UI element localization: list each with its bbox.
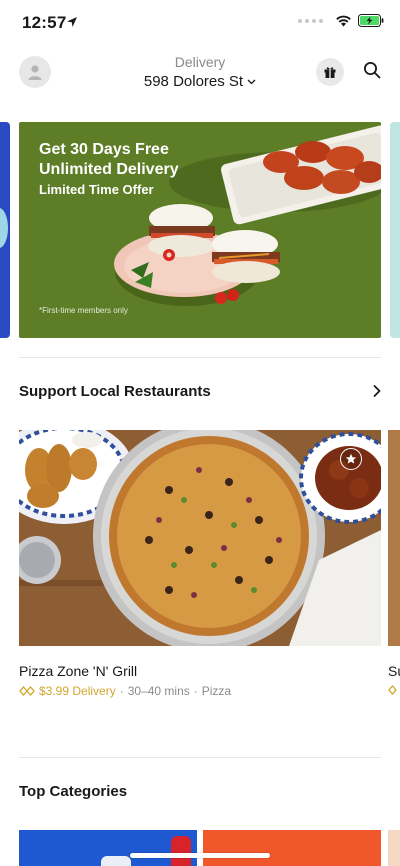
category-card[interactable] (19, 830, 197, 866)
section-title-local: Support Local Restaurants (19, 383, 211, 400)
gift-button[interactable] (316, 58, 344, 86)
promo-card-previous[interactable] (0, 122, 10, 338)
promo-footnote: *First-time members only (39, 306, 128, 315)
gift-icon (324, 67, 336, 78)
section-divider (19, 357, 381, 358)
promo-subtitle: Limited Time Offer (39, 182, 154, 197)
delivery-fee: $3.99 Delivery (39, 684, 116, 698)
status-time: 12:57 (22, 13, 67, 32)
category-card-peek[interactable] (388, 830, 400, 866)
battery-charging-icon (358, 14, 384, 27)
favorite-badge[interactable] (340, 448, 362, 470)
next-store-name[interactable]: Su (388, 663, 400, 679)
signal-dots-icon (298, 18, 323, 23)
next-store-card-image[interactable] (388, 430, 400, 646)
delivery-eta: 30–40 mins (127, 684, 190, 698)
store-food-image (19, 430, 381, 646)
chevron-down-icon (247, 79, 256, 85)
store-cuisine: Pizza (201, 684, 232, 698)
promo-title: Get 30 Days Free Unlimited Delivery (39, 141, 179, 178)
store-card-image[interactable] (19, 430, 381, 646)
address-text: 598 Dolores St (143, 73, 244, 90)
store-meta: $3.99 Delivery · 30–40 mins · Pizza (19, 684, 231, 698)
meta-separator: · (119, 684, 124, 698)
location-arrow-icon (67, 17, 77, 27)
wifi-icon (336, 15, 351, 26)
promo-banner[interactable]: Get 30 Days Free Unlimited Delivery Limi… (19, 122, 381, 338)
next-store-delivery-icon (388, 685, 397, 695)
search-icon (364, 62, 381, 79)
category-card[interactable] (203, 830, 381, 866)
store-name[interactable]: Pizza Zone 'N' Grill (19, 663, 137, 679)
chevron-right-icon[interactable] (370, 384, 384, 398)
search-button[interactable] (360, 58, 384, 82)
meta-separator: · (193, 684, 198, 698)
star-icon (345, 453, 357, 464)
delivery-diamond-icon (19, 686, 35, 696)
section-title-categories: Top Categories (19, 783, 128, 800)
promo-card-next[interactable] (390, 122, 400, 338)
home-indicator[interactable] (130, 853, 270, 858)
section-divider (19, 757, 381, 758)
top-nav: Delivery 598 Dolores St (0, 44, 400, 108)
status-bar: 12:57 (0, 0, 400, 44)
status-icons (298, 14, 384, 27)
